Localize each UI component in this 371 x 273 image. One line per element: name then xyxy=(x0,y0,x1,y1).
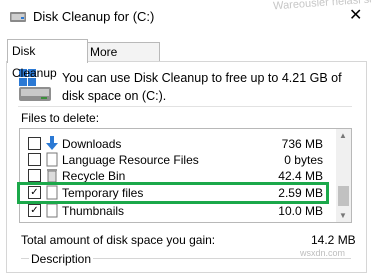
file-size: 42.4 MB xyxy=(278,169,323,183)
recycle-bin-icon xyxy=(47,169,57,183)
list-item-thumbnails[interactable]: ✓ Thumbnails 10.0 MB xyxy=(20,202,335,220)
info-text: You can use Disk Cleanup to free up to 4… xyxy=(62,71,342,103)
file-name: Downloads xyxy=(62,137,122,151)
files-to-delete-label: Files to delete: xyxy=(21,111,100,125)
checkbox-checked[interactable]: ✓ xyxy=(28,204,41,217)
window-title: Disk Cleanup for (C:) xyxy=(33,9,155,24)
file-name: Thumbnails xyxy=(62,204,125,218)
file-size: 10.0 MB xyxy=(278,204,323,218)
scroll-down-icon[interactable]: ▼ xyxy=(339,211,347,220)
document-icon xyxy=(46,152,58,167)
close-icon[interactable]: ✕ xyxy=(349,5,362,25)
tab-more-options[interactable]: More Options xyxy=(85,42,160,78)
checkbox[interactable] xyxy=(28,169,41,182)
file-name: Recycle Bin xyxy=(62,169,126,183)
total-gain-label: Total amount of disk space you gain: xyxy=(21,233,216,247)
disk-cleanup-app-icon xyxy=(10,12,26,22)
files-list[interactable]: Downloads 736 MB Language Resource Files… xyxy=(19,128,352,223)
checkbox[interactable] xyxy=(28,153,41,166)
total-gain-value: 14.2 MB xyxy=(311,233,356,247)
divider xyxy=(18,106,352,107)
file-name: Language Resource Files xyxy=(62,153,199,167)
file-size: 736 MB xyxy=(281,137,323,151)
document-icon xyxy=(46,203,58,218)
download-arrow-icon xyxy=(46,136,58,150)
list-scrollbar[interactable]: ▲ ▼ xyxy=(336,129,351,222)
highlight-box xyxy=(17,182,329,204)
scroll-thumb[interactable] xyxy=(338,186,349,206)
checkbox[interactable] xyxy=(28,137,41,150)
scroll-up-icon[interactable]: ▲ xyxy=(339,131,347,140)
site-watermark: wsxdn.com xyxy=(300,248,346,258)
tab-bar: Disk Cleanup More Options xyxy=(0,34,371,80)
title-bar: Disk Cleanup for (C:) Wareousler nelasi … xyxy=(0,0,371,34)
tab-disk-cleanup[interactable]: Disk Cleanup xyxy=(7,39,88,80)
file-size: 0 bytes xyxy=(284,153,323,167)
